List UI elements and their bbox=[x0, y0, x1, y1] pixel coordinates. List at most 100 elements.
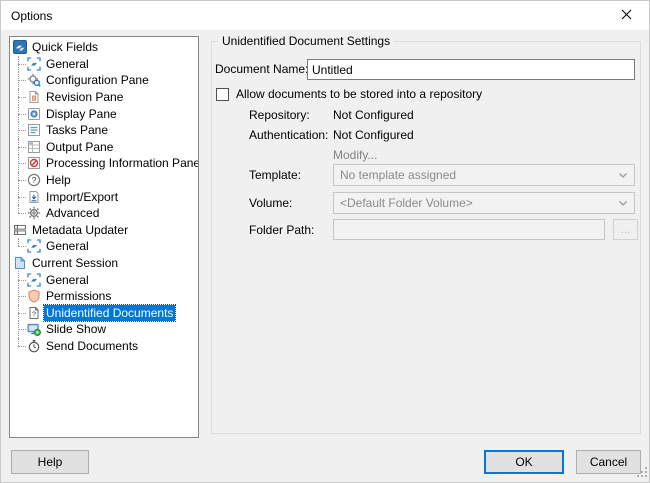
settings-tree[interactable]: Quick Fields General Configuration Pane Rev… bbox=[9, 36, 199, 438]
tree-item-advanced[interactable]: Advanced bbox=[10, 204, 198, 222]
metadata-updater-icon bbox=[13, 223, 27, 237]
permissions-icon bbox=[27, 289, 41, 303]
tasks-pane-icon bbox=[27, 123, 41, 137]
tree-connector-line bbox=[18, 337, 19, 346]
tree-item-unidentified-documents[interactable]: ? Unidentified Documents bbox=[10, 303, 198, 322]
tree-item-label: General bbox=[46, 56, 89, 71]
tree-item-label: Configuration Pane bbox=[46, 73, 149, 88]
output-pane-icon bbox=[27, 140, 41, 154]
tree-item-label: Tasks Pane bbox=[46, 123, 109, 138]
allow-repository-row: Allow documents to be stored into a repo… bbox=[216, 87, 482, 101]
tree-item-general[interactable]: General bbox=[10, 238, 198, 255]
allow-repository-checkbox[interactable] bbox=[216, 87, 229, 101]
tree-connector-stub bbox=[18, 279, 26, 281]
tree-item-label: Metadata Updater bbox=[32, 222, 129, 237]
svg-text:?: ? bbox=[32, 175, 37, 185]
tree-connector-stub bbox=[18, 130, 26, 132]
slide-show-icon bbox=[27, 322, 41, 337]
help-button[interactable]: Help bbox=[11, 450, 89, 474]
tree-item-label: Send Documents bbox=[46, 338, 139, 353]
help-icon: ? bbox=[27, 173, 41, 187]
tree-item-metadata-updater[interactable]: Metadata Updater bbox=[10, 222, 198, 239]
tree-connector-stub bbox=[18, 329, 26, 331]
close-button[interactable] bbox=[604, 1, 649, 30]
tree-item-revision-pane[interactable]: Revision Pane bbox=[10, 88, 198, 106]
tree-item-help[interactable]: ? Help bbox=[10, 171, 198, 189]
tree-item-general[interactable]: General bbox=[10, 271, 198, 288]
folder-path-input[interactable] bbox=[333, 219, 605, 240]
window-title: Options bbox=[11, 8, 53, 23]
authentication-label: Authentication: bbox=[249, 128, 329, 142]
browse-button[interactable]: ... bbox=[613, 219, 638, 240]
template-label: Template: bbox=[249, 168, 302, 182]
document-name-input[interactable] bbox=[307, 59, 635, 80]
template-dropdown[interactable]: No template assigned bbox=[333, 164, 635, 186]
tree-connector-stub bbox=[18, 63, 26, 65]
tree-connector-stub bbox=[18, 113, 26, 115]
tree-item-label: Output Pane bbox=[46, 139, 114, 154]
tree-item-label: Permissions bbox=[46, 289, 112, 304]
group-title: Unidentified Document Settings bbox=[218, 34, 395, 48]
current-session-icon bbox=[13, 256, 27, 270]
authentication-value: Not Configured bbox=[333, 128, 414, 142]
cancel-button[interactable]: Cancel bbox=[576, 450, 641, 474]
tree-item-permissions[interactable]: Permissions bbox=[10, 287, 198, 305]
chevron-down-icon bbox=[618, 200, 628, 207]
volume-dropdown[interactable]: <Default Folder Volume> bbox=[333, 192, 635, 214]
svg-text:?: ? bbox=[32, 311, 36, 318]
tree-item-label: Unidentified Documents bbox=[42, 303, 177, 322]
tree-connector-stub bbox=[18, 345, 26, 347]
tree-connector-stub bbox=[18, 80, 26, 82]
tree-connector-line bbox=[18, 238, 19, 247]
revision-pane-icon bbox=[27, 90, 41, 104]
tree-connector-stub bbox=[18, 146, 26, 148]
tree-item-label: Current Session bbox=[32, 256, 119, 271]
tree-item-label: Help bbox=[46, 173, 71, 188]
repository-label: Repository: bbox=[249, 108, 310, 122]
tree-item-current-session[interactable]: Current Session bbox=[10, 255, 198, 272]
tree-connector-stub bbox=[18, 163, 26, 165]
options-dialog: Options Quick Fields General Configuration… bbox=[0, 0, 650, 483]
tree-item-label: Import/Export bbox=[46, 189, 119, 204]
tree-connector-line bbox=[18, 204, 19, 214]
tree-item-label: General bbox=[46, 239, 89, 254]
tree-item-output-pane[interactable]: Output Pane bbox=[10, 138, 198, 156]
tree-connector-stub bbox=[18, 180, 26, 182]
tree-item-label: Display Pane bbox=[46, 106, 117, 121]
chevron-down-icon bbox=[618, 172, 628, 179]
resize-grip-icon[interactable] bbox=[637, 466, 647, 480]
ok-button[interactable]: OK bbox=[484, 450, 564, 474]
tree-connector-stub bbox=[18, 246, 26, 248]
tree-item-send-documents[interactable]: Send Documents bbox=[10, 337, 198, 355]
volume-label: Volume: bbox=[249, 196, 293, 210]
general-icon bbox=[27, 57, 41, 71]
tree-connector-stub bbox=[18, 213, 26, 215]
tree-item-import-export[interactable]: Import/Export bbox=[10, 188, 198, 205]
repository-value: Not Configured bbox=[333, 108, 414, 122]
tree-item-label: Processing Information Pane bbox=[46, 156, 199, 171]
folder-path-label: Folder Path: bbox=[249, 223, 315, 237]
volume-value: <Default Folder Volume> bbox=[340, 196, 473, 210]
tree-item-slide-show[interactable]: Slide Show bbox=[10, 321, 198, 338]
modify-link[interactable]: Modify... bbox=[333, 148, 377, 162]
tree-item-configuration-pane[interactable]: Configuration Pane bbox=[10, 72, 198, 89]
tree-connector-stub bbox=[18, 196, 26, 198]
tree-item-general[interactable]: General bbox=[10, 55, 198, 73]
general-icon bbox=[27, 272, 41, 287]
quick-fields-icon bbox=[13, 40, 27, 55]
tree-item-processing-information-pane[interactable]: Processing Information Pane bbox=[10, 155, 198, 172]
tree-connector-stub bbox=[18, 97, 26, 99]
tree-item-label: Slide Show bbox=[46, 322, 107, 337]
send-documents-icon bbox=[27, 339, 41, 353]
tree-item-display-pane[interactable]: Display Pane bbox=[10, 105, 198, 122]
tree-item-quick-fields[interactable]: Quick Fields bbox=[10, 39, 198, 56]
unidentified-document-settings-group: Unidentified Document Settings Document … bbox=[211, 34, 641, 434]
tree-connector-stub bbox=[18, 312, 26, 314]
import-export-icon bbox=[27, 190, 41, 204]
template-value: No template assigned bbox=[340, 168, 457, 182]
tree-item-tasks-pane[interactable]: Tasks Pane bbox=[10, 121, 198, 139]
close-icon bbox=[621, 9, 632, 23]
allow-repository-label: Allow documents to be stored into a repo… bbox=[236, 87, 483, 101]
processing-info-pane-icon bbox=[27, 156, 41, 170]
configuration-pane-icon bbox=[27, 73, 41, 88]
